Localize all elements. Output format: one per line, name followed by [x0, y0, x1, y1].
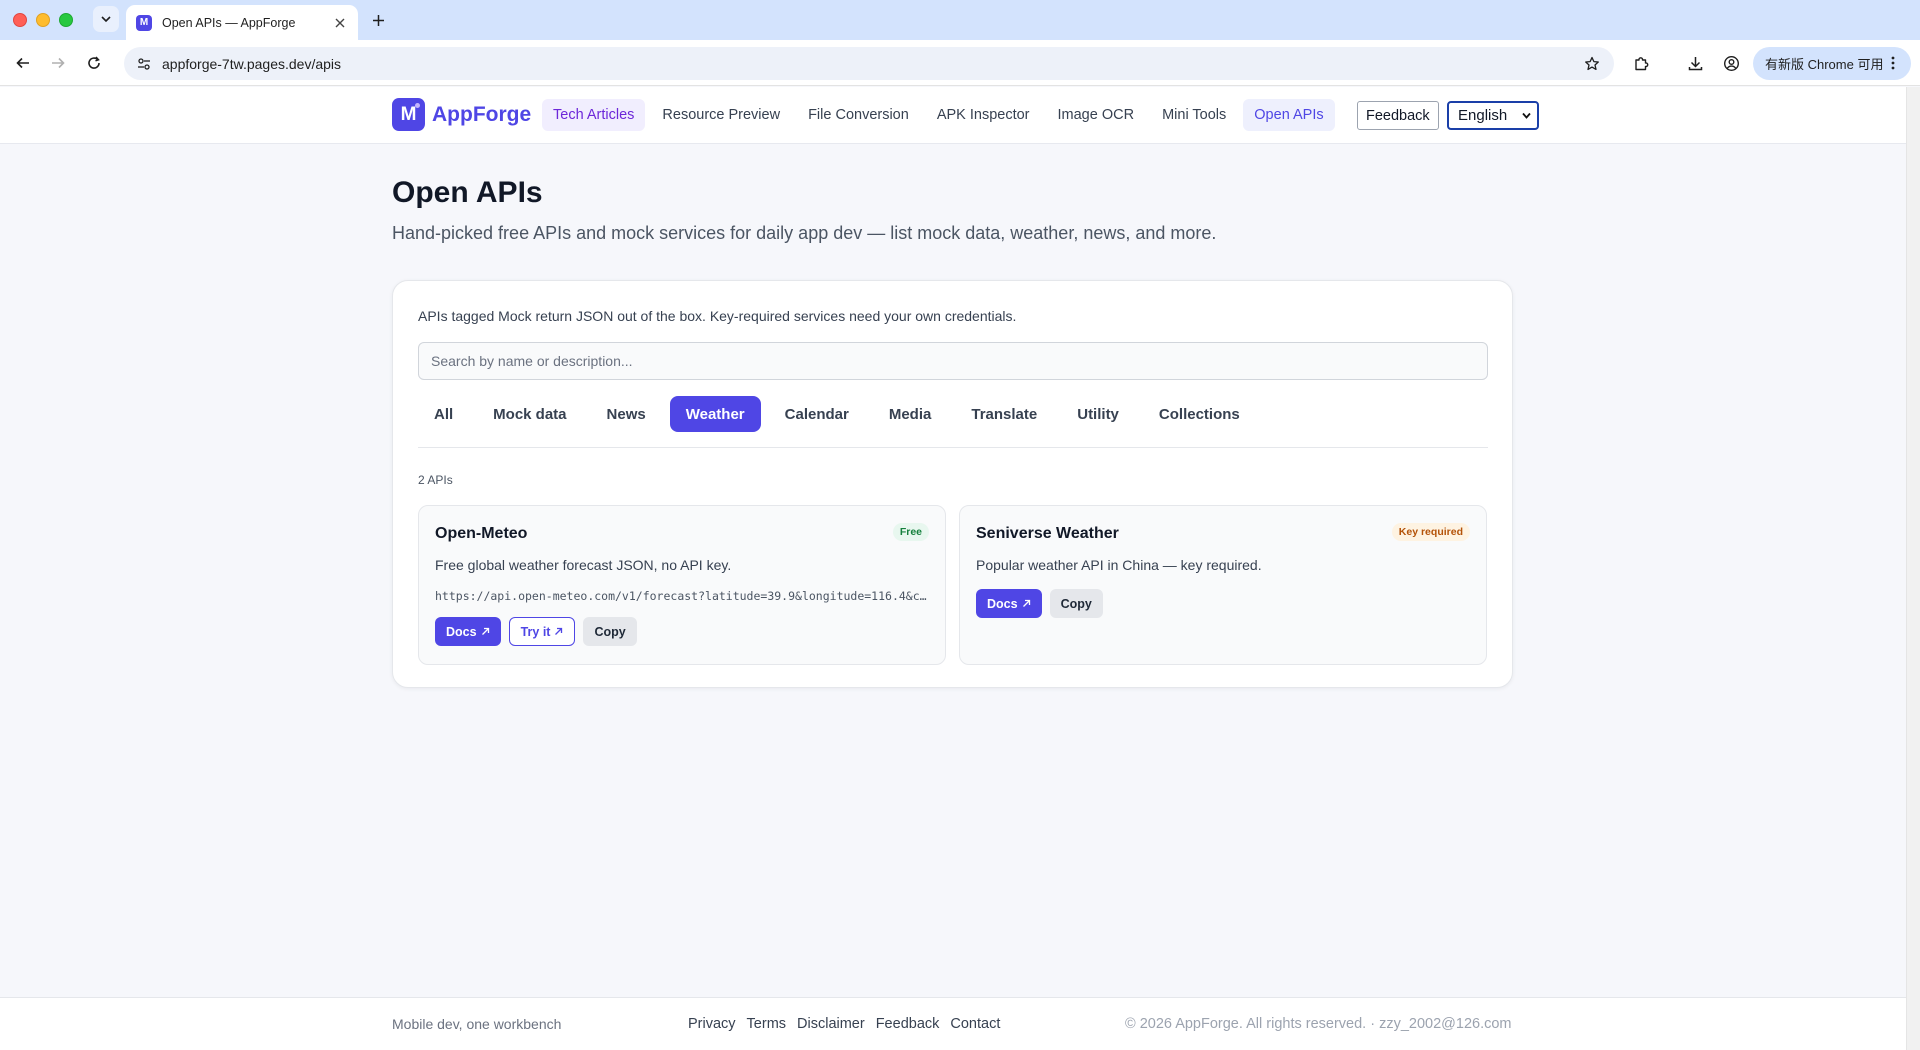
- card-actions: Docs Try it Copy: [435, 617, 645, 646]
- card-title: Open-Meteo: [435, 525, 528, 542]
- profile-button[interactable]: [1720, 52, 1742, 74]
- external-link-icon: [1022, 599, 1030, 607]
- logo-link[interactable]: M AppForge: [392, 98, 531, 131]
- minimize-window-button[interactable]: [36, 13, 50, 27]
- card-title: Seniverse Weather: [976, 525, 1119, 542]
- footer-link-privacy[interactable]: Privacy: [688, 1016, 736, 1032]
- page-title: Open APIs: [392, 176, 543, 209]
- footer-copyright: © 2026 AppForge. All rights reserved. · …: [1125, 1016, 1512, 1032]
- card-description: Popular weather API in China — key requi…: [976, 557, 1262, 573]
- nav-mini-tools[interactable]: Mini Tools: [1151, 99, 1237, 131]
- external-link-icon: [481, 627, 489, 635]
- logo-mark: M: [392, 98, 425, 131]
- docs-button[interactable]: Docs: [435, 617, 501, 646]
- puzzle-icon: [1634, 56, 1648, 70]
- url-text: appforge-7tw.pages.dev/apis: [162, 55, 342, 72]
- filter-media[interactable]: Media: [873, 396, 948, 432]
- extensions-button[interactable]: [1630, 52, 1652, 74]
- category-filters: All Mock data News Weather Calendar Medi…: [418, 396, 1264, 432]
- star-icon: [1585, 56, 1599, 71]
- feedback-button[interactable]: Feedback: [1357, 101, 1439, 130]
- back-button[interactable]: [11, 51, 35, 75]
- search-input[interactable]: [418, 342, 1488, 380]
- close-icon: [335, 18, 345, 27]
- api-card-open-meteo: Open-Meteo Free Free global weather fore…: [418, 505, 946, 665]
- site-header: M AppForge Tech Articles Resource Previe…: [0, 87, 1906, 144]
- filter-news[interactable]: News: [591, 396, 662, 432]
- tab-close-button[interactable]: [332, 15, 348, 31]
- nav-tech-articles[interactable]: Tech Articles: [542, 99, 646, 131]
- language-select[interactable]: English: [1447, 101, 1539, 130]
- site-footer: Mobile dev, one workbench Privacy Terms …: [0, 997, 1906, 1050]
- nav-file-conversion[interactable]: File Conversion: [797, 99, 920, 131]
- filter-calendar[interactable]: Calendar: [769, 396, 865, 432]
- browser-toolbar: appforge-7tw.pages.dev/apis 有新版 Chrome 可…: [0, 40, 1920, 86]
- panel-note: APIs tagged Mock return JSON out of the …: [418, 308, 1017, 324]
- footer-link-contact[interactable]: Contact: [950, 1016, 1000, 1032]
- arrow-right-icon: [52, 57, 65, 69]
- site-info-icon[interactable]: [134, 54, 154, 74]
- external-link-icon: [555, 627, 563, 635]
- footer-link-disclaimer[interactable]: Disclaimer: [797, 1016, 865, 1032]
- page-subtitle: Hand-picked free APIs and mock services …: [392, 223, 1217, 243]
- filter-collections[interactable]: Collections: [1143, 396, 1256, 432]
- filter-mock-data[interactable]: Mock data: [477, 396, 582, 432]
- filter-translate[interactable]: Translate: [955, 396, 1053, 432]
- tab-favicon: M: [136, 14, 152, 31]
- logo-text: AppForge: [432, 102, 532, 126]
- docs-button[interactable]: Docs: [976, 589, 1042, 618]
- language-value: English: [1458, 107, 1508, 124]
- footer-links: Privacy Terms Disclaimer Feedback Contac…: [688, 1016, 1011, 1032]
- close-window-button[interactable]: [13, 13, 27, 27]
- forward-button[interactable]: [46, 51, 70, 75]
- maximize-window-button[interactable]: [59, 13, 73, 27]
- free-badge: Free: [892, 523, 929, 541]
- copy-button[interactable]: Copy: [1049, 589, 1103, 618]
- key-required-badge: Key required: [1391, 523, 1470, 541]
- chevron-down-icon: [101, 16, 111, 23]
- tab-title: Open APIs — AppForge: [162, 15, 296, 30]
- try-it-button[interactable]: Try it: [508, 617, 576, 646]
- main-nav: Tech Articles Resource Preview File Conv…: [542, 99, 1341, 131]
- profile-icon: [1723, 55, 1739, 71]
- scrollbar-track[interactable]: [1906, 87, 1920, 1050]
- footer-link-terms[interactable]: Terms: [747, 1016, 786, 1032]
- new-tab-button[interactable]: [368, 10, 388, 30]
- browser-tab-bar: M Open APIs — AppForge: [0, 0, 1920, 40]
- copy-button[interactable]: Copy: [583, 617, 637, 646]
- filter-all[interactable]: All: [418, 396, 469, 432]
- tab-search-button[interactable]: [93, 6, 119, 32]
- filter-utility[interactable]: Utility: [1061, 396, 1135, 432]
- downloads-button[interactable]: [1684, 52, 1706, 74]
- api-card-seniverse-weather: Seniverse Weather Key required Popular w…: [959, 505, 1487, 665]
- chrome-update-button[interactable]: 有新版 Chrome 可用: [1753, 47, 1911, 80]
- address-bar[interactable]: appforge-7tw.pages.dev/apis: [124, 47, 1614, 80]
- api-count: 2 APIs: [418, 473, 453, 487]
- api-panel: APIs tagged Mock return JSON out of the …: [392, 280, 1513, 688]
- arrow-left-icon: [16, 57, 29, 69]
- download-icon: [1688, 56, 1702, 70]
- card-endpoint-url: https://api.open-meteo.com/v1/forecast?l…: [435, 589, 932, 603]
- card-description: Free global weather forecast JSON, no AP…: [435, 557, 732, 573]
- filter-weather[interactable]: Weather: [669, 396, 761, 432]
- reload-icon: [88, 56, 100, 69]
- nav-apk-inspector[interactable]: APK Inspector: [926, 99, 1041, 131]
- chevron-down-icon: [1522, 112, 1531, 119]
- footer-link-feedback[interactable]: Feedback: [876, 1016, 940, 1032]
- nav-image-ocr[interactable]: Image OCR: [1047, 99, 1146, 131]
- browser-tab-active[interactable]: M Open APIs — AppForge: [126, 5, 358, 40]
- bookmark-star-button[interactable]: [1582, 54, 1602, 74]
- nav-resource-preview[interactable]: Resource Preview: [651, 99, 791, 131]
- plus-icon: [372, 14, 384, 26]
- card-actions: Docs Copy: [976, 589, 1111, 618]
- footer-tagline: Mobile dev, one workbench: [392, 1016, 562, 1032]
- update-label: 有新版 Chrome 可用: [1765, 57, 1884, 72]
- divider: [418, 447, 1488, 448]
- nav-open-apis[interactable]: Open APIs: [1243, 99, 1335, 131]
- more-options-icon: [1885, 55, 1901, 71]
- reload-button[interactable]: [82, 51, 106, 75]
